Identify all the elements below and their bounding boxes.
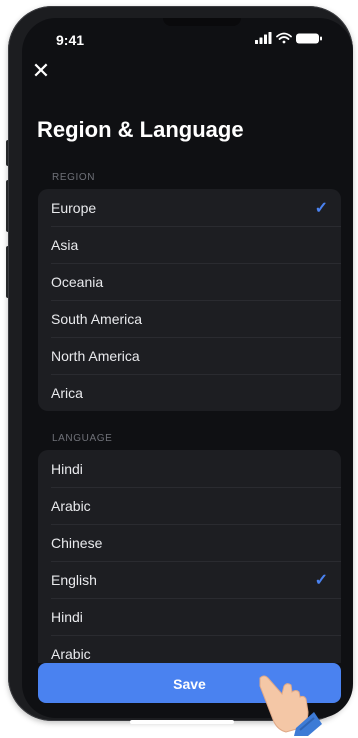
region-item-label: Oceania — [51, 273, 104, 290]
language-item-hindi[interactable]: Hindi — [38, 450, 341, 487]
language-item-label: Arabic — [51, 645, 91, 662]
pointing-hand-icon — [259, 675, 322, 736]
region-item-label: North America — [51, 347, 140, 364]
page-title: Region & Language — [37, 117, 244, 142]
signal-icon — [255, 32, 272, 44]
region-list: Europe ✓ Asia Oceania South America Nort… — [38, 189, 341, 411]
region-item-oceania[interactable]: Oceania — [38, 263, 341, 300]
status-icons — [255, 32, 322, 44]
region-item-asia[interactable]: Asia — [38, 226, 341, 263]
language-list: Hindi Arabic Chinese English ✓ Hindi Ara… — [38, 450, 341, 663]
region-item-label: Arica — [51, 384, 83, 401]
region-item-label: South America — [51, 310, 143, 327]
region-item-arica[interactable]: Arica — [38, 374, 341, 411]
region-item-label: Asia — [51, 236, 79, 253]
region-section-label: REGION — [52, 172, 96, 183]
language-item-label: Chinese — [51, 534, 103, 551]
wifi-icon — [276, 32, 292, 44]
language-item-label: Arabic — [51, 497, 91, 514]
checkmark-icon: ✓ — [314, 571, 328, 589]
language-item-label: Hindi — [51, 460, 83, 477]
language-item-chinese[interactable]: Chinese — [38, 524, 341, 561]
language-item-arabic-2[interactable]: Arabic — [38, 635, 341, 663]
region-item-europe[interactable]: Europe ✓ — [38, 189, 341, 226]
region-item-label: Europe — [51, 199, 97, 216]
status-time: 9:41 — [56, 32, 85, 48]
region-item-north-america[interactable]: North America — [38, 337, 341, 374]
home-indicator — [130, 720, 234, 724]
language-item-arabic[interactable]: Arabic — [38, 487, 341, 524]
close-icon[interactable]: ✕ — [30, 60, 52, 82]
language-item-label: Hindi — [51, 608, 83, 625]
language-item-hindi-2[interactable]: Hindi — [38, 598, 341, 635]
notch — [163, 18, 241, 26]
region-item-south-america[interactable]: South America — [38, 300, 341, 337]
checkmark-icon: ✓ — [314, 199, 328, 217]
language-item-english[interactable]: English ✓ — [38, 561, 341, 598]
battery-icon — [296, 33, 322, 44]
language-item-label: English — [51, 571, 97, 588]
language-section-label: LANGUAGE — [52, 433, 113, 444]
